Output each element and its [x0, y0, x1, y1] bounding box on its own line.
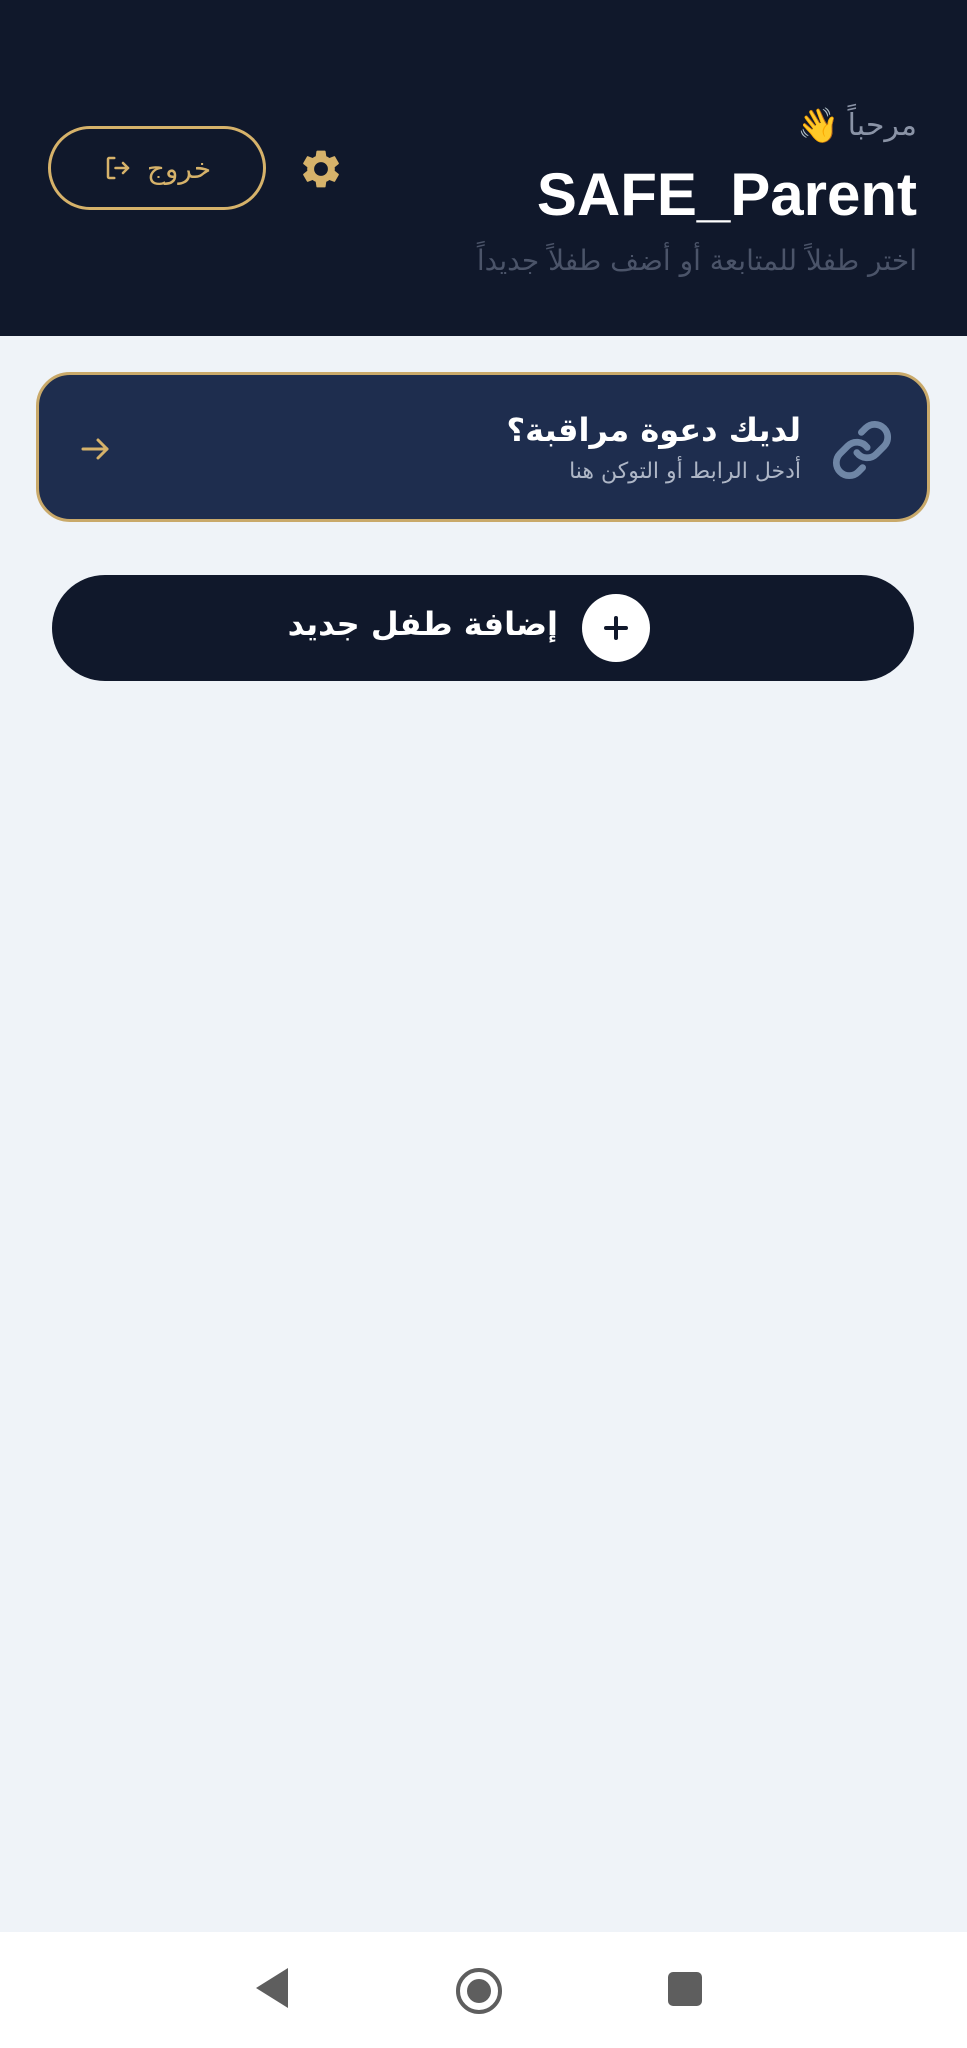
home-circle-icon[interactable]: [454, 1966, 504, 2016]
gear-icon[interactable]: [298, 146, 344, 192]
logout-button[interactable]: خروج: [48, 126, 266, 210]
link-icon: [833, 421, 891, 479]
app-title: SAFE_Parent: [536, 161, 917, 228]
logout-label: خروج: [146, 151, 212, 185]
add-child-button[interactable]: إضافة طفل جديد: [52, 575, 914, 681]
header: مرحباً 👋 SAFE_Parent اختر طفلاً للمتابعة…: [0, 0, 967, 336]
greeting-label: مرحباً: [847, 108, 917, 143]
back-triangle-icon[interactable]: [254, 1966, 290, 2010]
header-subtitle: اختر طفلاً للمتابعة أو أضف طفلاً جديداً: [476, 244, 917, 277]
plus-icon: [604, 616, 628, 640]
waving-hand-icon: 👋: [797, 105, 840, 146]
arrow-right-icon[interactable]: [77, 431, 113, 467]
invitation-title: لديك دعوة مراقبة؟: [506, 411, 802, 449]
add-circle: [582, 594, 650, 662]
add-child-label: إضافة طفل جديد: [287, 605, 558, 643]
app-screen: مرحباً 👋 SAFE_Parent اختر طفلاً للمتابعة…: [0, 0, 967, 2048]
greeting: مرحباً 👋: [797, 108, 917, 143]
invitation-card[interactable]: لديك دعوة مراقبة؟ أدخل الرابط أو التوكن …: [36, 372, 930, 522]
invitation-subtitle: أدخل الرابط أو التوكن هنا: [569, 459, 801, 484]
recents-square-icon[interactable]: [666, 1970, 704, 2008]
system-nav-bar: [0, 1932, 967, 2048]
logout-icon: [106, 156, 130, 180]
